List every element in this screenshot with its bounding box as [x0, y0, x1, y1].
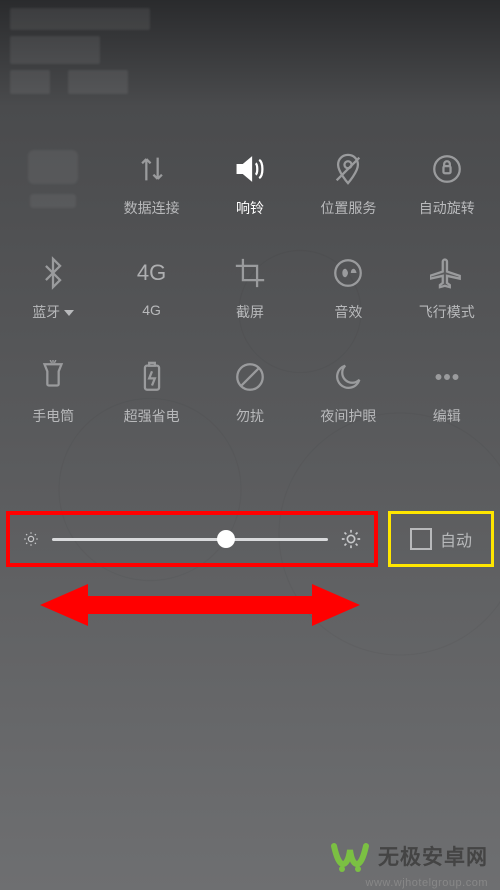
- crop-icon: [231, 254, 269, 292]
- bluetooth-icon: [34, 254, 72, 292]
- tile-sound-effect[interactable]: 音效: [299, 254, 397, 322]
- tile-4g[interactable]: 4G 4G: [102, 254, 200, 322]
- auto-checkbox[interactable]: [410, 528, 432, 550]
- watermark-url: www.wjhotelgroup.com: [366, 877, 489, 889]
- tile-label: 手电筒: [32, 406, 74, 426]
- dnd-icon: [231, 358, 269, 396]
- tile-bluetooth[interactable]: 蓝牙: [4, 254, 102, 322]
- battery-charge-icon: [133, 358, 171, 396]
- moon-icon: [329, 358, 367, 396]
- tile-label: 飞行模式: [419, 302, 475, 322]
- 4g-icon: 4G: [133, 254, 171, 292]
- chevron-down-icon: [64, 310, 74, 316]
- tile-location[interactable]: 位置服务: [299, 150, 397, 218]
- volume-icon: [231, 150, 269, 188]
- auto-label: 自动: [440, 527, 472, 551]
- tile-screenshot[interactable]: 截屏: [201, 254, 299, 322]
- tile-label: 位置服务: [320, 198, 376, 218]
- tile-autorotate[interactable]: 自动旋转: [398, 150, 496, 218]
- tile-powersave[interactable]: 超强省电: [102, 358, 200, 426]
- tile-edit[interactable]: 编辑: [398, 358, 496, 426]
- brightness-auto-annotated[interactable]: 自动: [388, 511, 494, 567]
- tile-label: 编辑: [433, 406, 461, 426]
- tile-label: 4G: [142, 302, 161, 318]
- tile-label: 蓝牙: [32, 302, 74, 322]
- tile-flashlight[interactable]: 手电筒: [4, 358, 102, 426]
- tile-ring[interactable]: 响铃: [201, 150, 299, 218]
- watermark: 无极安卓网 www.wjhotelgroup.com: [330, 836, 488, 876]
- tile-label: 自动旋转: [419, 198, 475, 218]
- airplane-icon: [428, 254, 466, 292]
- annotation-double-arrow: [40, 580, 360, 630]
- sun-large-icon: [340, 528, 362, 550]
- tile-label: 超强省电: [124, 406, 180, 426]
- watermark-logo-icon: [330, 836, 370, 876]
- brightness-thumb[interactable]: [217, 530, 235, 548]
- sun-small-icon: [22, 530, 40, 548]
- tile-label: 响铃: [236, 198, 264, 218]
- tile-label: 截屏: [236, 302, 264, 322]
- sound-effect-icon: [329, 254, 367, 292]
- tile-label: 数据连接: [124, 198, 180, 218]
- tile-dnd[interactable]: 勿扰: [201, 358, 299, 426]
- rotate-lock-icon: [428, 150, 466, 188]
- tile-obscured-1[interactable]: [4, 150, 102, 218]
- tile-airplane[interactable]: 飞行模式: [398, 254, 496, 322]
- tile-data-connection[interactable]: 数据连接: [102, 150, 200, 218]
- watermark-text: 无极安卓网: [378, 841, 488, 871]
- brightness-row: 自动: [6, 511, 494, 567]
- data-arrows-icon: [133, 150, 171, 188]
- tile-label: 勿扰: [236, 406, 264, 426]
- tile-label: 音效: [334, 302, 362, 322]
- flashlight-icon: [34, 358, 72, 396]
- tile-night-mode[interactable]: 夜间护眼: [299, 358, 397, 426]
- brightness-slider-annotated[interactable]: [6, 511, 378, 567]
- location-off-icon: [329, 150, 367, 188]
- quick-settings-grid: 数据连接 响铃 位置服务 自动旋转 蓝牙 4G 4G 截屏: [0, 150, 500, 426]
- topo-background: [0, 0, 500, 890]
- status-header-obscured: [10, 8, 150, 99]
- brightness-track[interactable]: [52, 538, 328, 541]
- more-dots-icon: [428, 358, 466, 396]
- tile-label: 夜间护眼: [320, 406, 376, 426]
